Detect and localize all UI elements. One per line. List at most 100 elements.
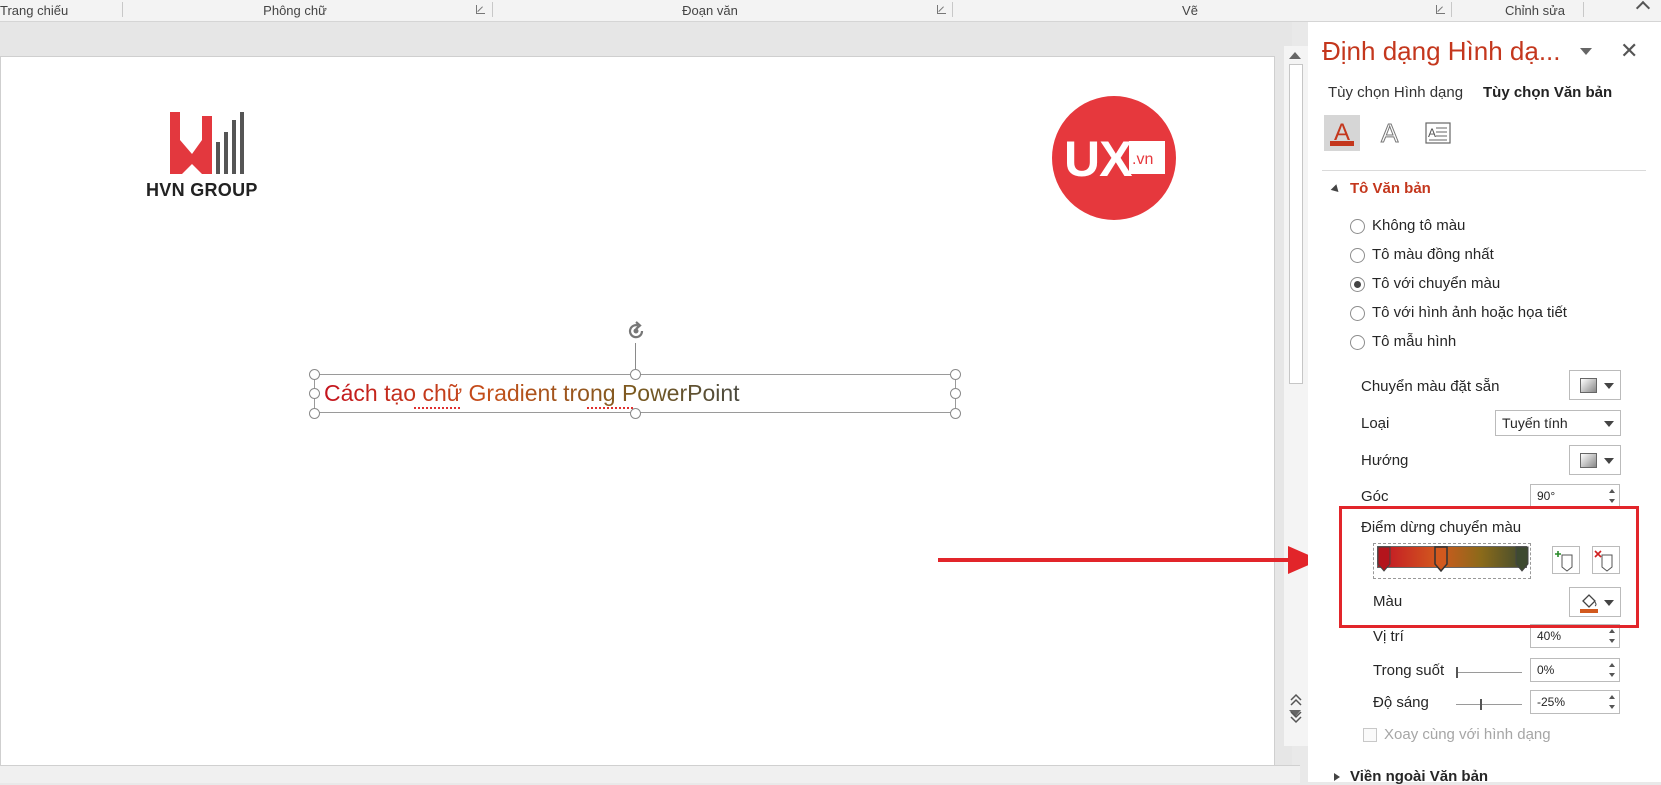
spin-up-icon[interactable] xyxy=(1609,629,1615,633)
brightness-value: -25% xyxy=(1537,695,1566,709)
angle-value: 90° xyxy=(1537,489,1556,503)
brightness-slider[interactable] xyxy=(1456,699,1522,710)
spellcheck-squiggle xyxy=(587,404,633,409)
transparency-spinner[interactable]: 0% xyxy=(1530,658,1620,682)
annotation-arrow-icon xyxy=(938,546,1320,574)
radio-label: Tô với chuyển màu xyxy=(1372,275,1501,292)
ribbon-group-drawing[interactable]: Vẽ xyxy=(1130,0,1250,21)
page-nav-buttons xyxy=(1284,690,1308,730)
resize-handle-top[interactable] xyxy=(630,369,641,380)
radio-button[interactable] xyxy=(1350,219,1365,234)
text-fill-outline-icon[interactable]: A xyxy=(1324,115,1360,151)
radio-label: Tô màu đồng nhất xyxy=(1372,246,1494,263)
scrollbar-thumb[interactable] xyxy=(1289,64,1303,384)
spin-up-icon[interactable] xyxy=(1609,663,1615,667)
radio-label: Tô với hình ảnh hoặc họa tiết xyxy=(1372,304,1567,321)
slider-thumb[interactable] xyxy=(1480,699,1482,710)
radio-label: Tô mẫu hình xyxy=(1372,333,1457,350)
rotate-with-shape-checkbox[interactable] xyxy=(1363,728,1377,742)
textbox-icon[interactable]: A xyxy=(1420,115,1456,151)
close-icon[interactable]: ✕ xyxy=(1620,38,1638,64)
highlight-box xyxy=(1339,506,1639,628)
gradient-swatch-icon xyxy=(1580,378,1597,393)
ribbon-separator xyxy=(122,2,123,17)
status-bar xyxy=(0,765,1300,783)
font-dialog-launcher-icon[interactable] xyxy=(476,5,485,14)
type-dropdown[interactable]: Tuyến tính xyxy=(1495,410,1621,436)
resize-handle-left[interactable] xyxy=(309,388,320,399)
type-label: Loại xyxy=(1361,415,1390,432)
transparency-label: Trong suốt xyxy=(1373,662,1445,679)
radio-button-selected[interactable] xyxy=(1350,277,1365,292)
spin-down-icon[interactable] xyxy=(1609,499,1615,503)
resize-handle-top-right[interactable] xyxy=(950,369,961,380)
collapse-ribbon-icon[interactable] xyxy=(1635,0,1651,16)
resize-handle-right[interactable] xyxy=(950,388,961,399)
section-text-outline[interactable]: Viền ngoài Văn bản xyxy=(1350,768,1488,785)
ribbon-group-font[interactable]: Phông chữ xyxy=(230,0,360,21)
ribbon-separator xyxy=(1451,2,1452,17)
transparency-value: 0% xyxy=(1537,663,1555,677)
radio-button[interactable] xyxy=(1350,335,1365,350)
hvn-logo-text: HVN GROUP xyxy=(146,180,258,200)
chevron-down-icon xyxy=(1604,458,1614,464)
spin-up-icon[interactable] xyxy=(1609,489,1615,493)
spin-up-icon[interactable] xyxy=(1609,695,1615,699)
expand-section-icon[interactable] xyxy=(1334,773,1340,781)
position-value: 40% xyxy=(1537,629,1562,643)
ribbon-group-paragraph[interactable]: Đoạn văn xyxy=(630,0,790,21)
pane-title: Định dạng Hình dạ... xyxy=(1322,36,1561,66)
slide-scrollbar[interactable] xyxy=(1284,46,1308,746)
pane-divider xyxy=(1322,170,1646,171)
angle-spinner[interactable]: 90° xyxy=(1530,484,1620,508)
pane-options-dropdown-icon[interactable] xyxy=(1580,48,1592,55)
ribbon-separator xyxy=(1583,2,1584,17)
slider-thumb[interactable] xyxy=(1456,667,1458,678)
ribbon-separator xyxy=(952,2,953,17)
brightness-label: Độ sáng xyxy=(1373,694,1429,711)
section-text-fill[interactable]: Tô Văn bản xyxy=(1350,180,1431,197)
brightness-spinner[interactable]: -25% xyxy=(1530,690,1620,714)
rotate-handle-icon[interactable] xyxy=(624,319,648,343)
ribbon-group-bar: Trang chiếu Phông chữ Đoạn văn Vẽ Chỉnh … xyxy=(0,0,1661,22)
previous-slide-icon[interactable] xyxy=(1284,690,1308,726)
ribbon-separator xyxy=(492,2,493,17)
collapse-section-icon[interactable] xyxy=(1330,184,1342,195)
angle-label: Góc xyxy=(1361,488,1389,505)
radio-button[interactable] xyxy=(1350,306,1365,321)
ux-logo-text: UX xyxy=(1064,131,1132,187)
direction-swatch-icon xyxy=(1580,453,1597,468)
preset-gradient-dropdown[interactable] xyxy=(1569,370,1621,400)
format-shape-pane: Định dạng Hình dạ... ✕ Tùy chọn Hình dạn… xyxy=(1308,22,1661,782)
chevron-down-icon xyxy=(1604,421,1614,427)
ux-logo-suffix: .vn xyxy=(1132,151,1154,168)
ribbon-group-editing[interactable]: Chỉnh sửa xyxy=(1480,0,1590,21)
preset-gradient-label: Chuyển màu đặt sẵn xyxy=(1361,378,1500,395)
rotate-with-shape-label: Xoay cùng với hình dạng xyxy=(1384,726,1551,743)
ribbon-group-slides[interactable]: Trang chiếu xyxy=(0,0,70,21)
paragraph-dialog-launcher-icon[interactable] xyxy=(937,5,946,14)
text-effects-icon[interactable]: A xyxy=(1372,115,1408,151)
tab-shape-options[interactable]: Tùy chọn Hình dạng xyxy=(1328,84,1463,101)
resize-handle-bottom-left[interactable] xyxy=(309,408,320,419)
tab-text-options[interactable]: Tùy chọn Văn bản xyxy=(1483,84,1612,101)
type-value: Tuyến tính xyxy=(1502,415,1568,431)
direction-dropdown[interactable] xyxy=(1569,445,1621,475)
gradient-title-text[interactable]: Cách tạo chữ Gradient trong PowerPoint xyxy=(324,380,740,407)
svg-text:A: A xyxy=(1428,126,1436,140)
resize-handle-bottom-right[interactable] xyxy=(950,408,961,419)
position-label: Vị trí xyxy=(1373,628,1404,645)
direction-label: Hướng xyxy=(1361,452,1409,469)
drawing-dialog-launcher-icon[interactable] xyxy=(1436,5,1445,14)
scroll-up-icon[interactable] xyxy=(1289,52,1301,59)
ux-vn-logo: UX .vn xyxy=(1052,96,1176,220)
next-slide-icon xyxy=(1290,711,1302,724)
spin-down-icon[interactable] xyxy=(1609,639,1615,643)
resize-handle-top-left[interactable] xyxy=(309,369,320,380)
transparency-slider[interactable] xyxy=(1456,667,1522,678)
spin-down-icon[interactable] xyxy=(1609,705,1615,709)
radio-label: Không tô màu xyxy=(1372,217,1466,234)
radio-button[interactable] xyxy=(1350,248,1365,263)
resize-handle-bottom[interactable] xyxy=(630,408,641,419)
spin-down-icon[interactable] xyxy=(1609,673,1615,677)
